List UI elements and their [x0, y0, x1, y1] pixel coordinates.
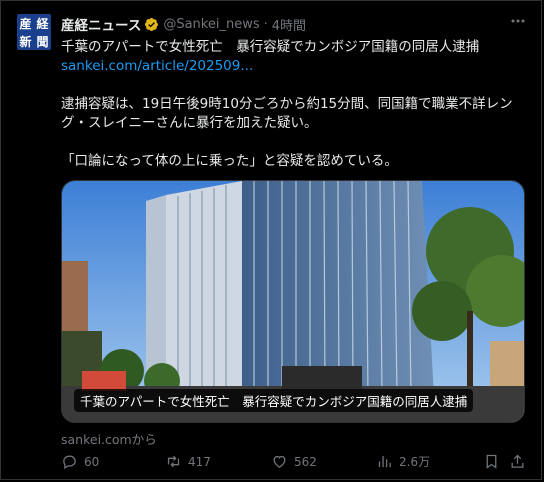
tweet-paragraph: 逮捕容疑は、19日午後9時10分ごろから約15分間、同国籍で職業不詳レング・スレ…	[61, 96, 513, 131]
link-preview-card[interactable]: 千葉のアパートで女性死亡 暴行容疑でカンボジア国籍の同居人逮捕	[61, 180, 525, 423]
action-bar: 60 417 562 2.6万	[61, 453, 531, 473]
avatar[interactable]: 産 経 新 聞	[17, 14, 51, 50]
tweet-header: 産経ニュース @Sankei_news · 4時間	[61, 14, 306, 35]
heart-icon	[273, 455, 286, 468]
repost-icon	[167, 455, 180, 468]
avatar-char: 新	[19, 34, 32, 49]
tweet-card[interactable]: 産 経 新 聞 産経ニュース @Sankei_news · 4時間 千葉のアパー…	[0, 0, 542, 480]
bookmark-button[interactable]	[483, 453, 506, 470]
view-count: 2.6万	[399, 455, 431, 469]
bookmark-icon	[486, 454, 497, 469]
share-button[interactable]	[509, 453, 532, 470]
timestamp[interactable]: 4時間	[272, 15, 306, 34]
author-name[interactable]: 産経ニュース	[61, 14, 141, 34]
separator-dot: ·	[263, 16, 268, 32]
like-count: 562	[294, 454, 317, 469]
share-icon	[511, 454, 524, 468]
avatar-char: 聞	[36, 34, 49, 49]
tweet-paragraph: 「口論になって体の上に乗った」と容疑を認めている。	[61, 153, 398, 169]
repost-button[interactable]: 417	[165, 453, 211, 470]
more-options-icon[interactable]	[509, 13, 527, 31]
tweet-headline: 千葉のアパートで女性死亡 暴行容疑でカンボジア国籍の同居人逮捕	[61, 39, 480, 55]
verified-badge-icon	[145, 17, 159, 31]
author-handle[interactable]: @Sankei_news	[163, 17, 259, 32]
avatar-char: 経	[36, 16, 49, 31]
link-source[interactable]: sankei.comから	[61, 429, 157, 448]
article-link[interactable]: sankei.com/article/202509...	[61, 57, 531, 76]
repost-count: 417	[188, 454, 211, 469]
reply-icon	[63, 455, 76, 470]
reply-button[interactable]: 60	[61, 453, 99, 470]
avatar-char: 産	[19, 16, 32, 31]
like-button[interactable]: 562	[271, 453, 317, 470]
article-photo	[62, 181, 524, 422]
views-button[interactable]: 2.6万	[376, 453, 430, 470]
reply-count: 60	[84, 454, 100, 469]
card-title: 千葉のアパートで女性死亡 暴行容疑でカンボジア国籍の同居人逮捕	[74, 389, 474, 412]
views-chart-icon	[378, 455, 391, 468]
